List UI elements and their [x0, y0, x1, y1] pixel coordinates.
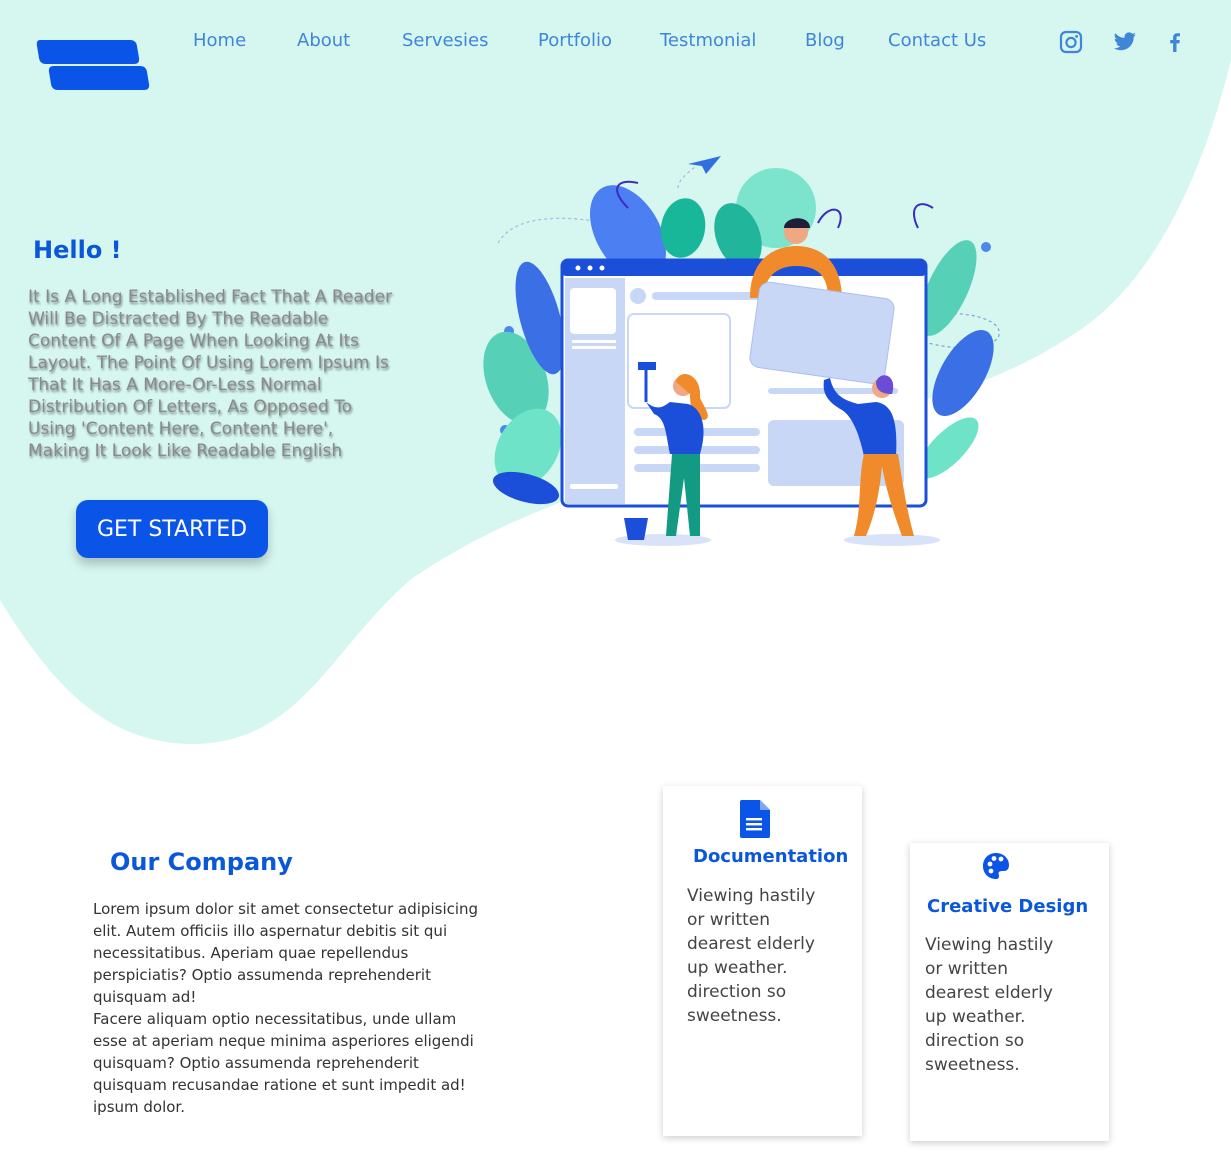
- get-started-button[interactable]: GET STARTED: [76, 500, 268, 558]
- document-icon: [740, 800, 770, 838]
- nav-testimonial[interactable]: Testmonial: [660, 30, 756, 51]
- creative-design-card[interactable]: Creative Design Viewing hastily or writt…: [910, 843, 1109, 1141]
- company-paragraph-2: Facere aliquam optio necessitatibus, und…: [93, 1010, 474, 1116]
- hero-heading: Hello !: [33, 236, 122, 264]
- company-paragraph-1: Lorem ipsum dolor sit amet consectetur a…: [93, 900, 479, 1006]
- team-building-website-illustration: [483, 156, 1000, 546]
- instagram-icon[interactable]: [1059, 30, 1083, 54]
- documentation-title: Documentation: [693, 846, 849, 867]
- nav-about[interactable]: About: [297, 30, 350, 51]
- nav-services[interactable]: Servesies: [402, 30, 488, 51]
- nav-portfolio[interactable]: Portfolio: [538, 30, 612, 51]
- hero-text: It Is A Long Established Fact That A Rea…: [28, 287, 393, 461]
- documentation-card[interactable]: Documentation Viewing hastily or written…: [663, 786, 862, 1136]
- nav-contact-us[interactable]: Contact Us: [888, 30, 986, 51]
- creative-design-text: Viewing hastily or written dearest elder…: [925, 935, 1054, 1075]
- brand-logo[interactable]: [36, 36, 152, 94]
- documentation-text: Viewing hastily or written dearest elder…: [687, 886, 816, 1026]
- company-title: Our Company: [110, 848, 293, 876]
- nav-blog[interactable]: Blog: [805, 30, 845, 51]
- facebook-icon[interactable]: [1163, 30, 1187, 54]
- twitter-icon[interactable]: [1113, 30, 1137, 54]
- palette-icon: [983, 853, 1009, 879]
- nav-home[interactable]: Home: [193, 30, 246, 51]
- creative-design-title: Creative Design: [927, 896, 1089, 917]
